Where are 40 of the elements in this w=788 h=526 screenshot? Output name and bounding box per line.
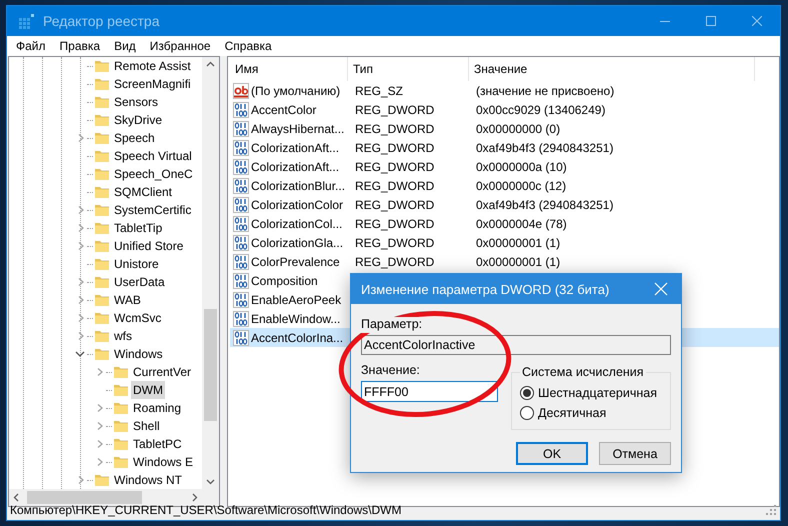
value-name: ColorizationBlur...	[251, 178, 346, 192]
value-name: ColorizationGla...	[251, 236, 344, 250]
value-data: 0x0000000c (12)	[475, 178, 566, 192]
value-data: 0xaf49b4f3 (2940843251)	[475, 198, 614, 212]
value-type: REG_DWORD	[354, 102, 434, 116]
value-name: AccentColorIna...	[251, 330, 344, 344]
value-data: 0x00000001 (1)	[475, 236, 560, 250]
value-name: ColorPrevalence	[251, 254, 340, 268]
value-name: Composition	[251, 274, 318, 288]
value-data: 0x0000004e (78)	[475, 216, 567, 230]
dialog-title: Изменение параметра DWORD (32 бита)	[361, 282, 610, 296]
value-type: REG_DWORD	[354, 140, 434, 154]
value-name: AccentColor	[251, 102, 316, 116]
value-name: AlwaysHibernat...	[251, 122, 344, 136]
value-data: 0x00000000 (0)	[475, 122, 560, 136]
value-name: ColorizationColor	[251, 198, 344, 212]
status-path: Компьютер\HKEY_CURRENT_USER\Software\Microsoft\Windows\DWM	[10, 503, 402, 517]
value-type: REG_DWORD	[354, 198, 434, 212]
value-data: 0x00000001 (1)	[475, 254, 560, 268]
value-type: REG_DWORD	[354, 236, 434, 250]
value-type: REG_DWORD	[354, 160, 434, 174]
value-name: EnableAeroPeek	[251, 292, 342, 306]
value-name: ColorizationAft...	[251, 160, 340, 174]
value-type: REG_SZ	[354, 84, 404, 98]
value-type: REG_DWORD	[354, 254, 434, 268]
value-name: EnableWindow...	[251, 312, 340, 326]
value-type: REG_DWORD	[354, 178, 434, 192]
field-label: Параметр:	[361, 317, 422, 333]
value-data: (значение не присвоено)	[475, 84, 614, 98]
value-data: 0xaf49b4f3 (2940843251)	[475, 140, 614, 154]
name-field: AccentColorInactive	[361, 335, 671, 355]
value-name: ColorizationCol...	[251, 216, 342, 230]
value-type: REG_DWORD	[354, 122, 434, 136]
value-type: REG_DWORD	[354, 216, 434, 230]
value-data: 0x00cc9029 (13406249)	[475, 102, 606, 116]
group-title: Система исчисления	[521, 365, 645, 379]
value-name: ColorizationAft...	[251, 140, 340, 154]
window-title: Редактор реестра	[43, 13, 160, 29]
value-data: 0x0000000a (10)	[475, 160, 567, 174]
value-name: (По умолчанию)	[251, 84, 340, 98]
